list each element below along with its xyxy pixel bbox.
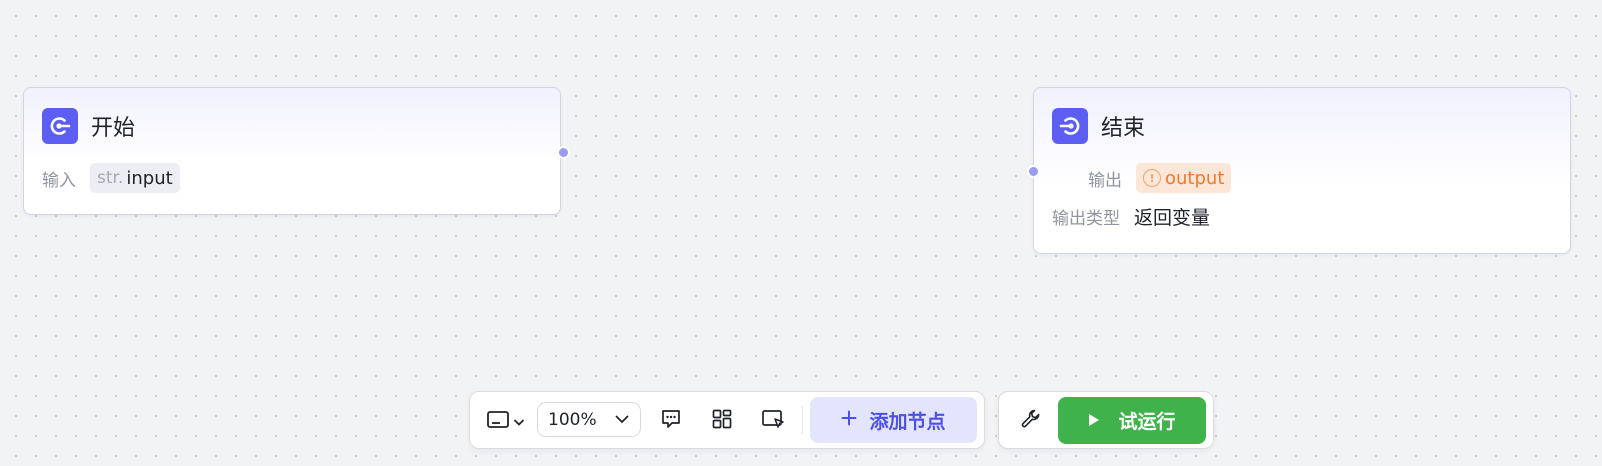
warning-icon: !	[1143, 169, 1161, 187]
start-icon	[42, 108, 78, 144]
comment-icon	[659, 407, 683, 435]
variable-name: input	[126, 167, 173, 189]
start-node[interactable]: 开始 输入 str. input	[23, 87, 561, 215]
end-node-title: 结束	[1101, 116, 1146, 141]
input-variable-tag[interactable]: str. input	[90, 163, 180, 193]
end-output-row: 输出 ! output	[1088, 163, 1232, 193]
minimap-toggle-button[interactable]	[480, 407, 530, 435]
wrench-icon	[1020, 408, 1042, 434]
settings-button[interactable]	[1016, 406, 1046, 436]
variable-type: str.	[97, 168, 124, 188]
output-variable-name: output	[1165, 167, 1225, 189]
input-label: 输入	[42, 170, 76, 191]
start-output-port[interactable]	[557, 146, 570, 159]
selection-mode-button[interactable]	[758, 406, 788, 436]
zoom-select[interactable]: 100%	[537, 402, 641, 437]
zoom-chevron-icon	[614, 410, 630, 430]
test-run-button[interactable]: 试运行	[1058, 397, 1206, 444]
end-output-type-row: 输出类型 返回变量	[1052, 203, 1210, 230]
end-input-port[interactable]	[1027, 165, 1040, 178]
start-input-row: 输入 str. input	[42, 163, 180, 193]
zoom-value: 100%	[548, 409, 597, 430]
output-variable-tag[interactable]: ! output	[1136, 163, 1232, 193]
output-type-value: 返回变量	[1134, 207, 1211, 229]
chevron-down-icon	[513, 412, 525, 431]
add-node-button[interactable]: 添加节点	[810, 397, 977, 443]
toolbar-divider	[802, 406, 803, 434]
start-node-title: 开始	[91, 116, 136, 141]
auto-layout-button[interactable]	[707, 406, 737, 436]
end-node-header: 结束	[1052, 108, 1145, 144]
add-comment-button[interactable]	[656, 406, 686, 436]
output-type-label: 输出类型	[1052, 209, 1120, 229]
start-node-header: 开始	[42, 108, 135, 144]
plus-icon	[841, 409, 857, 431]
add-node-label: 添加节点	[869, 410, 946, 433]
end-icon	[1052, 108, 1088, 144]
test-run-label: 试运行	[1118, 411, 1176, 433]
layout-grid-icon	[711, 408, 733, 434]
play-icon	[1088, 410, 1100, 432]
output-label: 输出	[1088, 170, 1122, 191]
select-pointer-icon	[761, 408, 785, 434]
minimap-icon	[486, 409, 510, 433]
end-node[interactable]: 结束 输出 ! output 输出类型 返回变量	[1033, 87, 1571, 254]
